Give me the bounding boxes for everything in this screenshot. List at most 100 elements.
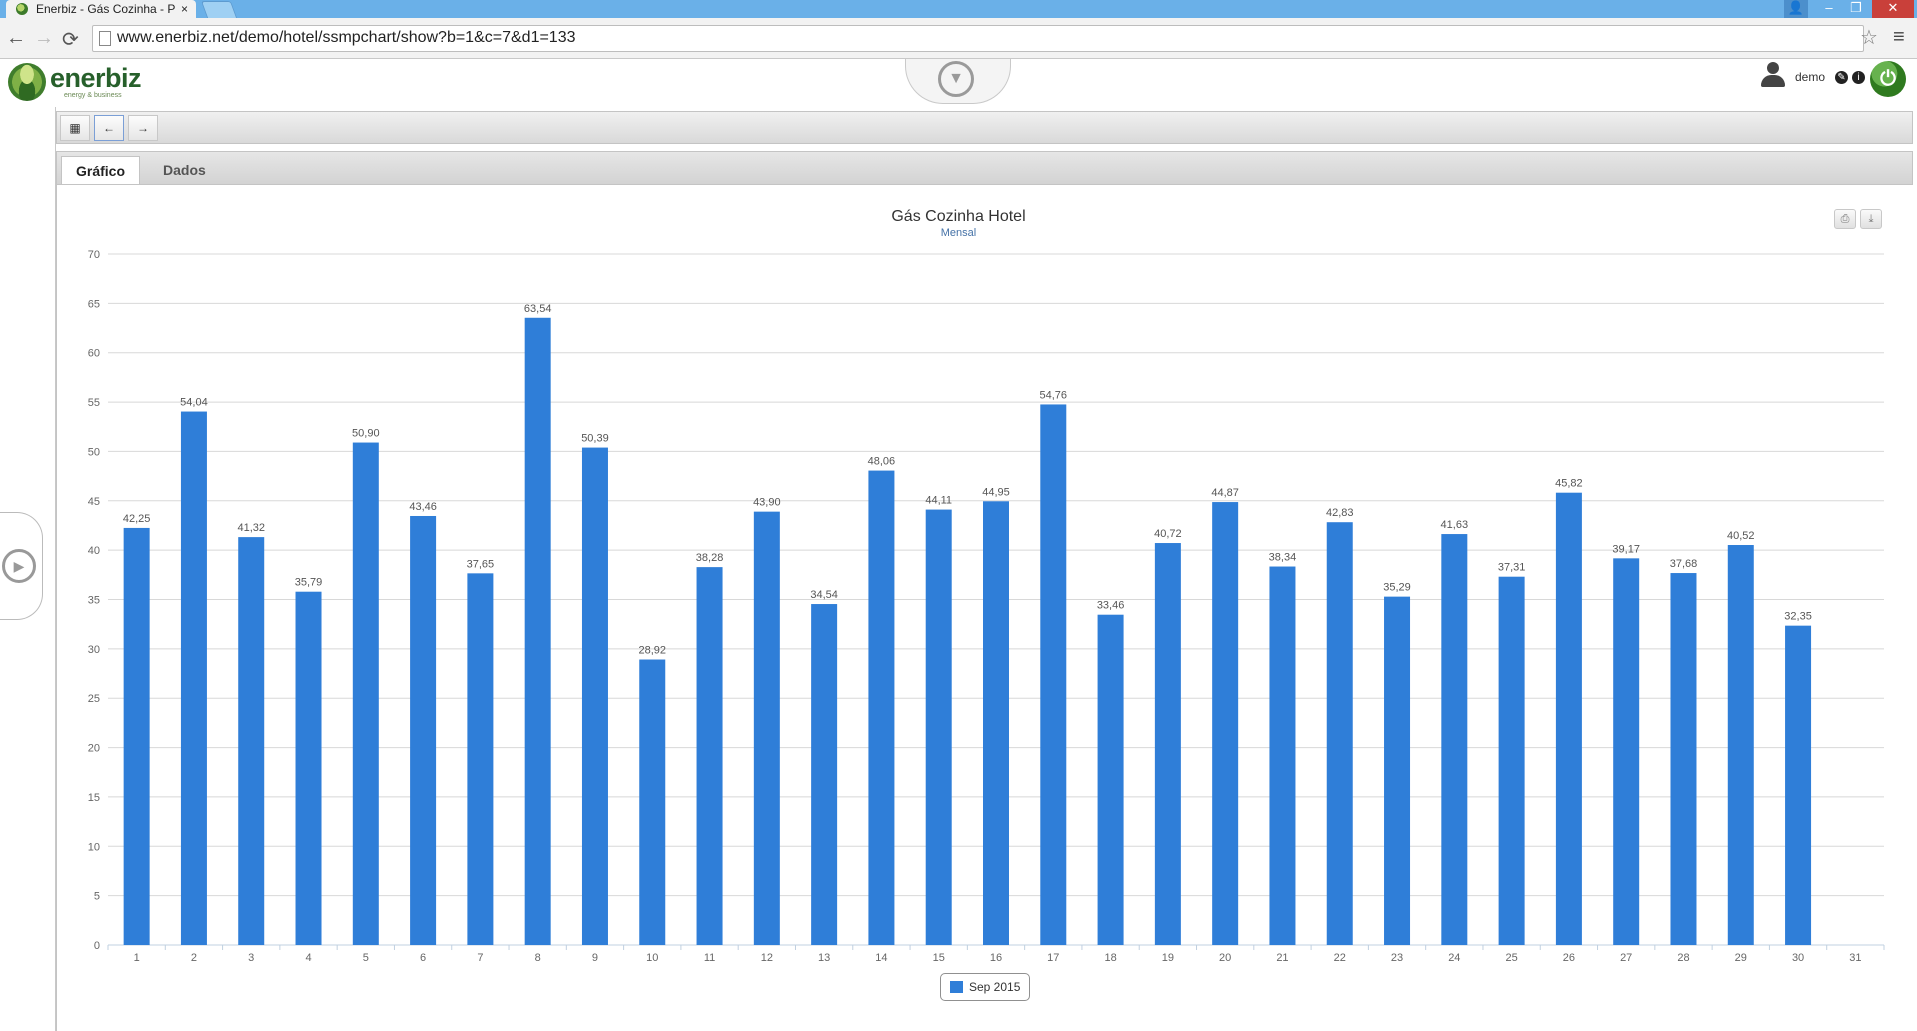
x-tick-label: 22 [1334,952,1346,964]
y-tick-label: 60 [88,348,100,360]
y-tick-label: 45 [88,496,100,508]
bar[interactable] [524,317,551,946]
bar[interactable] [1154,543,1181,945]
bar[interactable] [180,411,207,946]
bar[interactable] [1555,492,1582,945]
x-tick-label: 7 [477,952,483,964]
y-tick-label: 5 [94,891,100,903]
data-label: 40,52 [1727,530,1755,542]
bar[interactable] [811,604,838,945]
x-tick-label: 28 [1677,952,1689,964]
x-tick-label: 11 [704,952,715,964]
x-tick-label: 19 [1162,952,1174,964]
bar[interactable] [696,567,723,945]
bar[interactable] [1785,625,1812,945]
x-tick-label: 3 [248,952,254,964]
data-label: 34,54 [810,589,838,601]
x-tick-label: 23 [1391,952,1403,964]
x-tick-label: 30 [1792,952,1804,964]
bar[interactable] [581,447,608,945]
data-label: 54,76 [1040,389,1068,401]
x-tick-label: 14 [875,952,887,964]
y-tick-label: 50 [88,446,100,458]
data-label: 44,87 [1211,487,1239,499]
bar[interactable] [1269,566,1296,945]
x-tick-label: 8 [535,952,541,964]
data-label: 33,46 [1097,600,1125,612]
x-tick-label: 2 [191,952,197,964]
y-tick-label: 0 [94,940,100,952]
data-label: 40,72 [1154,528,1182,540]
legend-swatch [950,981,963,993]
bar[interactable] [753,511,780,945]
y-tick-label: 70 [88,249,100,261]
bar[interactable] [1326,522,1353,945]
bar[interactable] [410,515,437,945]
x-tick-label: 24 [1448,952,1460,964]
data-label: 48,06 [868,456,896,468]
bar[interactable] [1384,596,1411,945]
data-label: 37,68 [1670,558,1698,570]
y-tick-label: 20 [88,743,100,755]
bar[interactable] [1613,558,1640,945]
y-tick-label: 10 [88,841,100,853]
data-label: 39,17 [1612,543,1640,555]
data-label: 37,65 [467,558,495,570]
data-label: 32,35 [1784,611,1812,623]
bar[interactable] [925,509,952,945]
bar[interactable] [868,470,895,945]
x-tick-label: 13 [818,952,830,964]
bar[interactable] [1727,545,1754,945]
x-tick-label: 1 [134,952,140,964]
x-tick-label: 25 [1505,952,1517,964]
x-tick-label: 27 [1620,952,1632,964]
y-tick-label: 25 [88,693,100,705]
data-label: 41,63 [1441,519,1469,531]
x-tick-label: 20 [1219,952,1231,964]
data-label: 45,82 [1555,478,1583,490]
data-label: 37,31 [1498,562,1526,574]
x-tick-label: 16 [990,952,1002,964]
bar[interactable] [1441,534,1468,945]
data-label: 50,90 [352,428,380,440]
bar[interactable] [983,501,1009,945]
bar[interactable] [295,591,322,945]
bar[interactable] [123,527,150,945]
y-tick-label: 40 [88,545,100,557]
bar[interactable] [467,573,494,945]
data-label: 35,79 [295,577,323,589]
bar[interactable] [1498,576,1525,945]
bar[interactable] [1212,502,1239,945]
x-tick-label: 15 [933,952,945,964]
bar[interactable] [639,659,666,945]
x-tick-label: 6 [420,952,426,964]
data-label: 41,32 [237,522,265,534]
data-label: 42,25 [123,513,151,525]
x-tick-label: 10 [646,952,658,964]
y-tick-label: 55 [88,397,100,409]
x-tick-label: 5 [363,952,369,964]
x-tick-label: 4 [305,952,311,964]
x-tick-label: 26 [1563,952,1575,964]
bar[interactable] [352,442,379,945]
data-label: 42,83 [1326,507,1354,519]
y-tick-label: 15 [88,792,100,804]
bar[interactable] [1670,573,1697,945]
y-tick-label: 30 [88,644,100,656]
bar-chart: 0510152025303540455055606570 42,2554,044… [88,249,1885,964]
data-label: 38,34 [1269,552,1297,564]
y-tick-label: 35 [88,595,100,607]
bar[interactable] [238,537,265,945]
data-label: 43,46 [409,501,437,513]
data-label: 44,11 [925,495,952,507]
y-tick-label: 65 [88,298,100,310]
x-tick-label: 12 [761,952,773,964]
x-tick-label: 9 [592,952,598,964]
data-label: 28,92 [638,645,666,657]
bar[interactable] [1097,614,1124,945]
legend-label: Sep 2015 [969,980,1021,994]
bar[interactable] [1040,404,1067,946]
data-label: 44,95 [982,486,1010,498]
chart-legend[interactable]: Sep 2015 [940,973,1030,1001]
x-tick-label: 18 [1104,952,1116,964]
